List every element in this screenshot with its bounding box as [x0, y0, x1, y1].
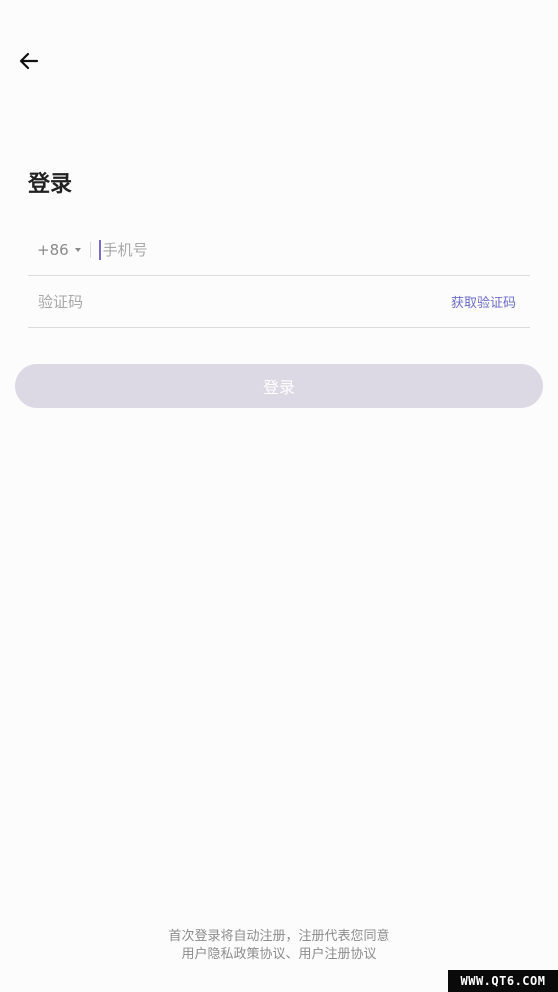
agreement-links: 用户隐私政策协议、用户注册协议 — [0, 946, 558, 964]
text-cursor — [98, 239, 101, 260]
caret-down-icon — [74, 247, 81, 252]
agreement-text: 首次登录将自动注册，注册代表您同意 用户隐私政策协议、用户注册协议 — [0, 928, 558, 964]
back-button[interactable] — [14, 46, 44, 76]
page-title: 登录 — [28, 172, 73, 197]
verification-code-input[interactable] — [38, 292, 451, 311]
country-code-selector[interactable]: +86 — [28, 241, 81, 259]
phone-row: +86 — [28, 224, 530, 276]
get-code-button[interactable]: 获取验证码 — [451, 292, 516, 311]
divider — [89, 241, 91, 258]
privacy-policy-link[interactable]: 用户隐私政策协议 — [181, 947, 285, 962]
watermark: WWW.QT6.COM — [448, 970, 558, 992]
country-code-label: +86 — [37, 240, 69, 259]
login-button[interactable]: 登录 — [15, 364, 543, 408]
arrow-left-icon — [19, 52, 39, 70]
link-separator: 、 — [285, 947, 299, 962]
phone-input[interactable] — [102, 240, 530, 259]
code-row: 获取验证码 — [28, 276, 530, 328]
terms-link[interactable]: 用户注册协议 — [299, 947, 377, 962]
agreement-line: 首次登录将自动注册，注册代表您同意 — [168, 929, 390, 944]
